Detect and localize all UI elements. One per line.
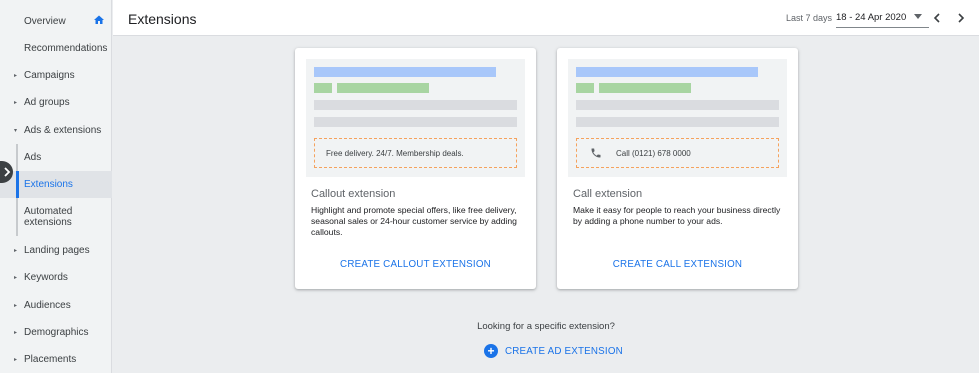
sidebar-item-label: Ads bbox=[24, 151, 42, 163]
dropdown-arrow-icon[interactable] bbox=[914, 14, 922, 20]
sidebar-item-recommendations[interactable]: Recommendations bbox=[0, 39, 112, 57]
call-extension-card: Call (0121) 678 0000 Call extension Make… bbox=[557, 48, 798, 289]
active-indicator bbox=[16, 171, 19, 198]
chevron-right-icon[interactable] bbox=[956, 12, 966, 24]
preview-headline-bar bbox=[314, 67, 496, 77]
card-description: Highlight and promote special offers, li… bbox=[311, 205, 517, 237]
caret-down-icon: ▾ bbox=[14, 127, 18, 134]
sidebar-item-ad-groups[interactable]: ▸ Ad groups bbox=[0, 93, 112, 111]
preview-text-bar bbox=[576, 100, 779, 110]
sidebar-item-label: Campaigns bbox=[24, 69, 75, 81]
create-call-extension-button[interactable]: CREATE CALL EXTENSION bbox=[557, 259, 798, 270]
preview-text-bar bbox=[314, 117, 517, 127]
preview-ad-badge-bar bbox=[314, 83, 332, 93]
sidebar-item-keywords[interactable]: ▸ Keywords bbox=[0, 268, 112, 286]
chevron-right-icon bbox=[3, 167, 10, 177]
callout-preview-box: Free delivery. 24/7. Membership deals. bbox=[314, 138, 517, 168]
sidebar-item-label: Overview bbox=[24, 15, 66, 27]
call-preview: Call (0121) 678 0000 bbox=[568, 59, 787, 177]
caret-right-icon: ▸ bbox=[14, 72, 18, 79]
caret-right-icon: ▸ bbox=[14, 302, 18, 309]
sidebar-item-label: Automated bbox=[24, 206, 73, 217]
callout-extension-card: Free delivery. 24/7. Membership deals. C… bbox=[295, 48, 536, 289]
callout-preview-text: Free delivery. 24/7. Membership deals. bbox=[326, 148, 464, 158]
sidebar-item-audiences[interactable]: ▸ Audiences bbox=[0, 296, 112, 314]
date-preset-label: Last 7 days bbox=[786, 13, 833, 23]
caret-right-icon: ▸ bbox=[14, 247, 18, 254]
sidebar-item-label: Ad groups bbox=[24, 96, 70, 108]
chevron-left-icon[interactable] bbox=[932, 12, 942, 24]
sidebar-item-automated-extensions[interactable]: Automated extensions bbox=[0, 203, 112, 231]
preview-text-bar bbox=[576, 117, 779, 127]
date-range-selector[interactable]: 18 - 24 Apr 2020 bbox=[836, 12, 906, 23]
caret-right-icon: ▸ bbox=[14, 274, 18, 281]
sidebar-item-demographics[interactable]: ▸ Demographics bbox=[0, 323, 112, 341]
sidebar-item-label: Recommendations bbox=[24, 42, 108, 54]
sidebar-item-label: Demographics bbox=[24, 326, 89, 338]
preview-url-bar bbox=[599, 83, 691, 93]
card-title: Call extension bbox=[573, 188, 643, 200]
sidebar-item-label: Ads & extensions bbox=[24, 124, 102, 136]
create-ad-extension-label: CREATE AD EXTENSION bbox=[505, 345, 623, 357]
phone-icon bbox=[591, 148, 601, 158]
call-preview-box: Call (0121) 678 0000 bbox=[576, 138, 779, 168]
sidebar-item-label-line2: extensions bbox=[24, 217, 72, 228]
callout-preview: Free delivery. 24/7. Membership deals. bbox=[306, 59, 525, 177]
date-range-underline bbox=[836, 27, 929, 28]
sidebar-item-ads[interactable]: Ads bbox=[0, 146, 112, 168]
specific-extension-prompt: Looking for a specific extension? bbox=[477, 321, 615, 332]
sidebar-item-ads-extensions[interactable]: ▾ Ads & extensions bbox=[0, 121, 112, 139]
sidebar-item-label: Keywords bbox=[24, 271, 68, 283]
preview-ad-badge-bar bbox=[576, 83, 594, 93]
sidebar-item-label: Extensions bbox=[24, 179, 73, 190]
sidebar-item-label: Landing pages bbox=[24, 244, 90, 256]
sidebar-item-label: Placements bbox=[24, 353, 77, 365]
page-title: Extensions bbox=[128, 11, 197, 27]
caret-right-icon: ▸ bbox=[14, 99, 18, 106]
preview-text-bar bbox=[314, 100, 517, 110]
create-callout-extension-button[interactable]: CREATE CALLOUT EXTENSION bbox=[295, 259, 536, 270]
sidebar-item-label: Audiences bbox=[24, 299, 71, 311]
sidebar-item-campaigns[interactable]: ▸ Campaigns bbox=[0, 66, 112, 84]
call-preview-text: Call (0121) 678 0000 bbox=[616, 148, 691, 158]
sidebar-item-placements[interactable]: ▸ Placements bbox=[0, 350, 112, 368]
preview-headline-bar bbox=[576, 67, 758, 77]
home-icon bbox=[94, 15, 104, 24]
page-header: Extensions Last 7 days 18 - 24 Apr 2020 bbox=[113, 0, 979, 36]
caret-right-icon: ▸ bbox=[14, 356, 18, 363]
card-title: Callout extension bbox=[311, 188, 396, 200]
add-circle-icon: + bbox=[484, 344, 498, 358]
sidebar-item-extensions[interactable]: Extensions bbox=[0, 171, 112, 198]
sidebar: Overview Recommendations ▸ Campaigns ▸ A… bbox=[0, 0, 112, 373]
create-ad-extension-button[interactable]: + CREATE AD EXTENSION bbox=[484, 344, 623, 358]
caret-right-icon: ▸ bbox=[14, 329, 18, 336]
card-description: Make it easy for people to reach your bu… bbox=[573, 205, 781, 226]
sidebar-item-landing-pages[interactable]: ▸ Landing pages bbox=[0, 241, 112, 259]
preview-url-bar bbox=[337, 83, 429, 93]
